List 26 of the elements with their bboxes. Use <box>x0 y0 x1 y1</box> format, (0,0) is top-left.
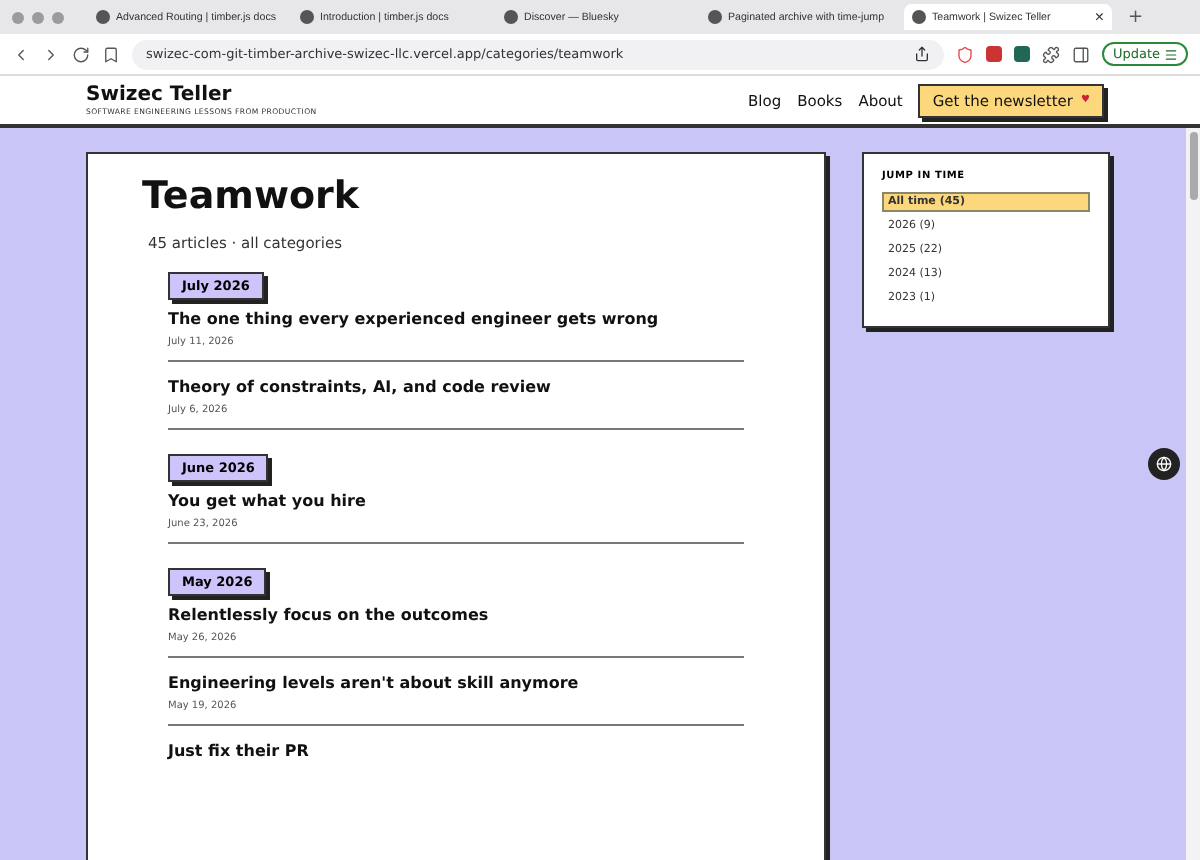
shield-icon[interactable] <box>956 45 975 63</box>
article-link[interactable]: You get what you hire <box>168 492 744 510</box>
page-title: Teamwork <box>142 174 362 218</box>
favicon-icon <box>504 10 518 24</box>
site-name[interactable]: Swizec Teller <box>86 84 317 106</box>
favicon-icon <box>708 10 722 24</box>
share-icon[interactable] <box>914 46 931 62</box>
reload-icon[interactable] <box>72 45 90 63</box>
article-link[interactable]: Engineering levels aren't about skill anymore <box>168 674 744 692</box>
bookmark-icon[interactable] <box>102 45 120 63</box>
favicon-icon <box>912 10 926 24</box>
forward-icon[interactable] <box>42 45 60 63</box>
article-link[interactable]: The one thing every experienced engineer gets wrong <box>168 310 744 328</box>
scrollbar[interactable] <box>1186 128 1200 860</box>
sidebar-icon[interactable] <box>1072 45 1091 63</box>
article-link[interactable]: Just fix their PR <box>168 742 744 760</box>
article-link[interactable]: Theory of constraints, AI, and code review <box>168 378 744 396</box>
favicon-icon <box>300 10 314 24</box>
extensions-icon[interactable] <box>1042 45 1061 63</box>
article-link[interactable]: Relentlessly focus on the outcomes <box>168 606 744 624</box>
back-icon[interactable] <box>12 45 30 63</box>
favicon-icon <box>96 10 110 24</box>
new-tab-button[interactable]: + <box>1128 7 1144 27</box>
globe-icon <box>1156 456 1172 472</box>
floating-button[interactable] <box>1148 448 1180 480</box>
menu-icon <box>1164 47 1178 61</box>
